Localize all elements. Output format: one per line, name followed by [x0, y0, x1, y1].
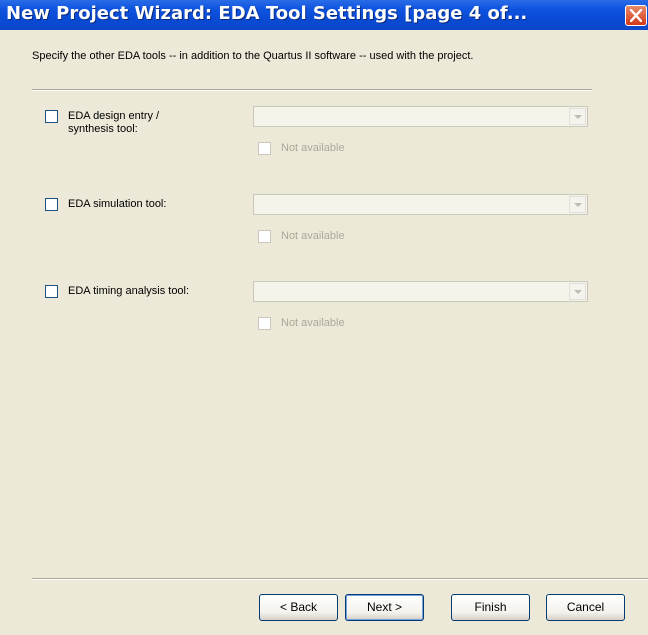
chevron-down-icon	[574, 115, 582, 119]
design-entry-not-available: Not available	[258, 142, 345, 155]
dropdown-arrow[interactable]	[569, 108, 586, 125]
simulation-not-available: Not available	[258, 230, 345, 243]
design-entry-dropdown[interactable]	[253, 106, 588, 127]
design-entry-checkbox[interactable]	[45, 110, 58, 123]
simulation-row: EDA simulation tool:	[45, 198, 166, 211]
timing-analysis-not-available: Not available	[258, 317, 345, 330]
timing-analysis-row: EDA timing analysis tool:	[45, 285, 189, 298]
instruction-text: Specify the other EDA tools -- in additi…	[32, 50, 474, 62]
close-button[interactable]	[625, 5, 647, 26]
simulation-checkbox[interactable]	[45, 198, 58, 211]
close-icon	[630, 9, 642, 22]
chevron-down-icon	[574, 290, 582, 294]
simulation-label: EDA simulation tool:	[68, 198, 167, 210]
timing-analysis-dropdown[interactable]	[253, 281, 588, 302]
cancel-button[interactable]: Cancel	[546, 594, 625, 621]
design-entry-row: EDA design entry / synthesis tool:	[45, 110, 159, 136]
bottom-separator	[32, 578, 648, 580]
window-title: New Project Wizard: EDA Tool Settings [p…	[6, 3, 528, 24]
timing-analysis-label: EDA timing analysis tool:	[68, 285, 190, 297]
design-entry-not-available-checkbox[interactable]	[258, 142, 271, 155]
title-bar[interactable]: New Project Wizard: EDA Tool Settings [p…	[0, 0, 648, 30]
simulation-dropdown[interactable]	[253, 194, 588, 215]
timing-analysis-checkbox[interactable]	[45, 285, 58, 298]
design-entry-label: EDA design entry / synthesis tool:	[68, 110, 160, 135]
back-button[interactable]: < Back	[259, 594, 338, 621]
dropdown-arrow[interactable]	[569, 283, 586, 300]
timing-analysis-not-available-checkbox[interactable]	[258, 317, 271, 330]
dropdown-arrow[interactable]	[569, 196, 586, 213]
simulation-not-available-checkbox[interactable]	[258, 230, 271, 243]
top-separator	[32, 89, 592, 91]
finish-button[interactable]: Finish	[451, 594, 530, 621]
next-button[interactable]: Next >	[345, 594, 424, 621]
chevron-down-icon	[574, 203, 582, 207]
